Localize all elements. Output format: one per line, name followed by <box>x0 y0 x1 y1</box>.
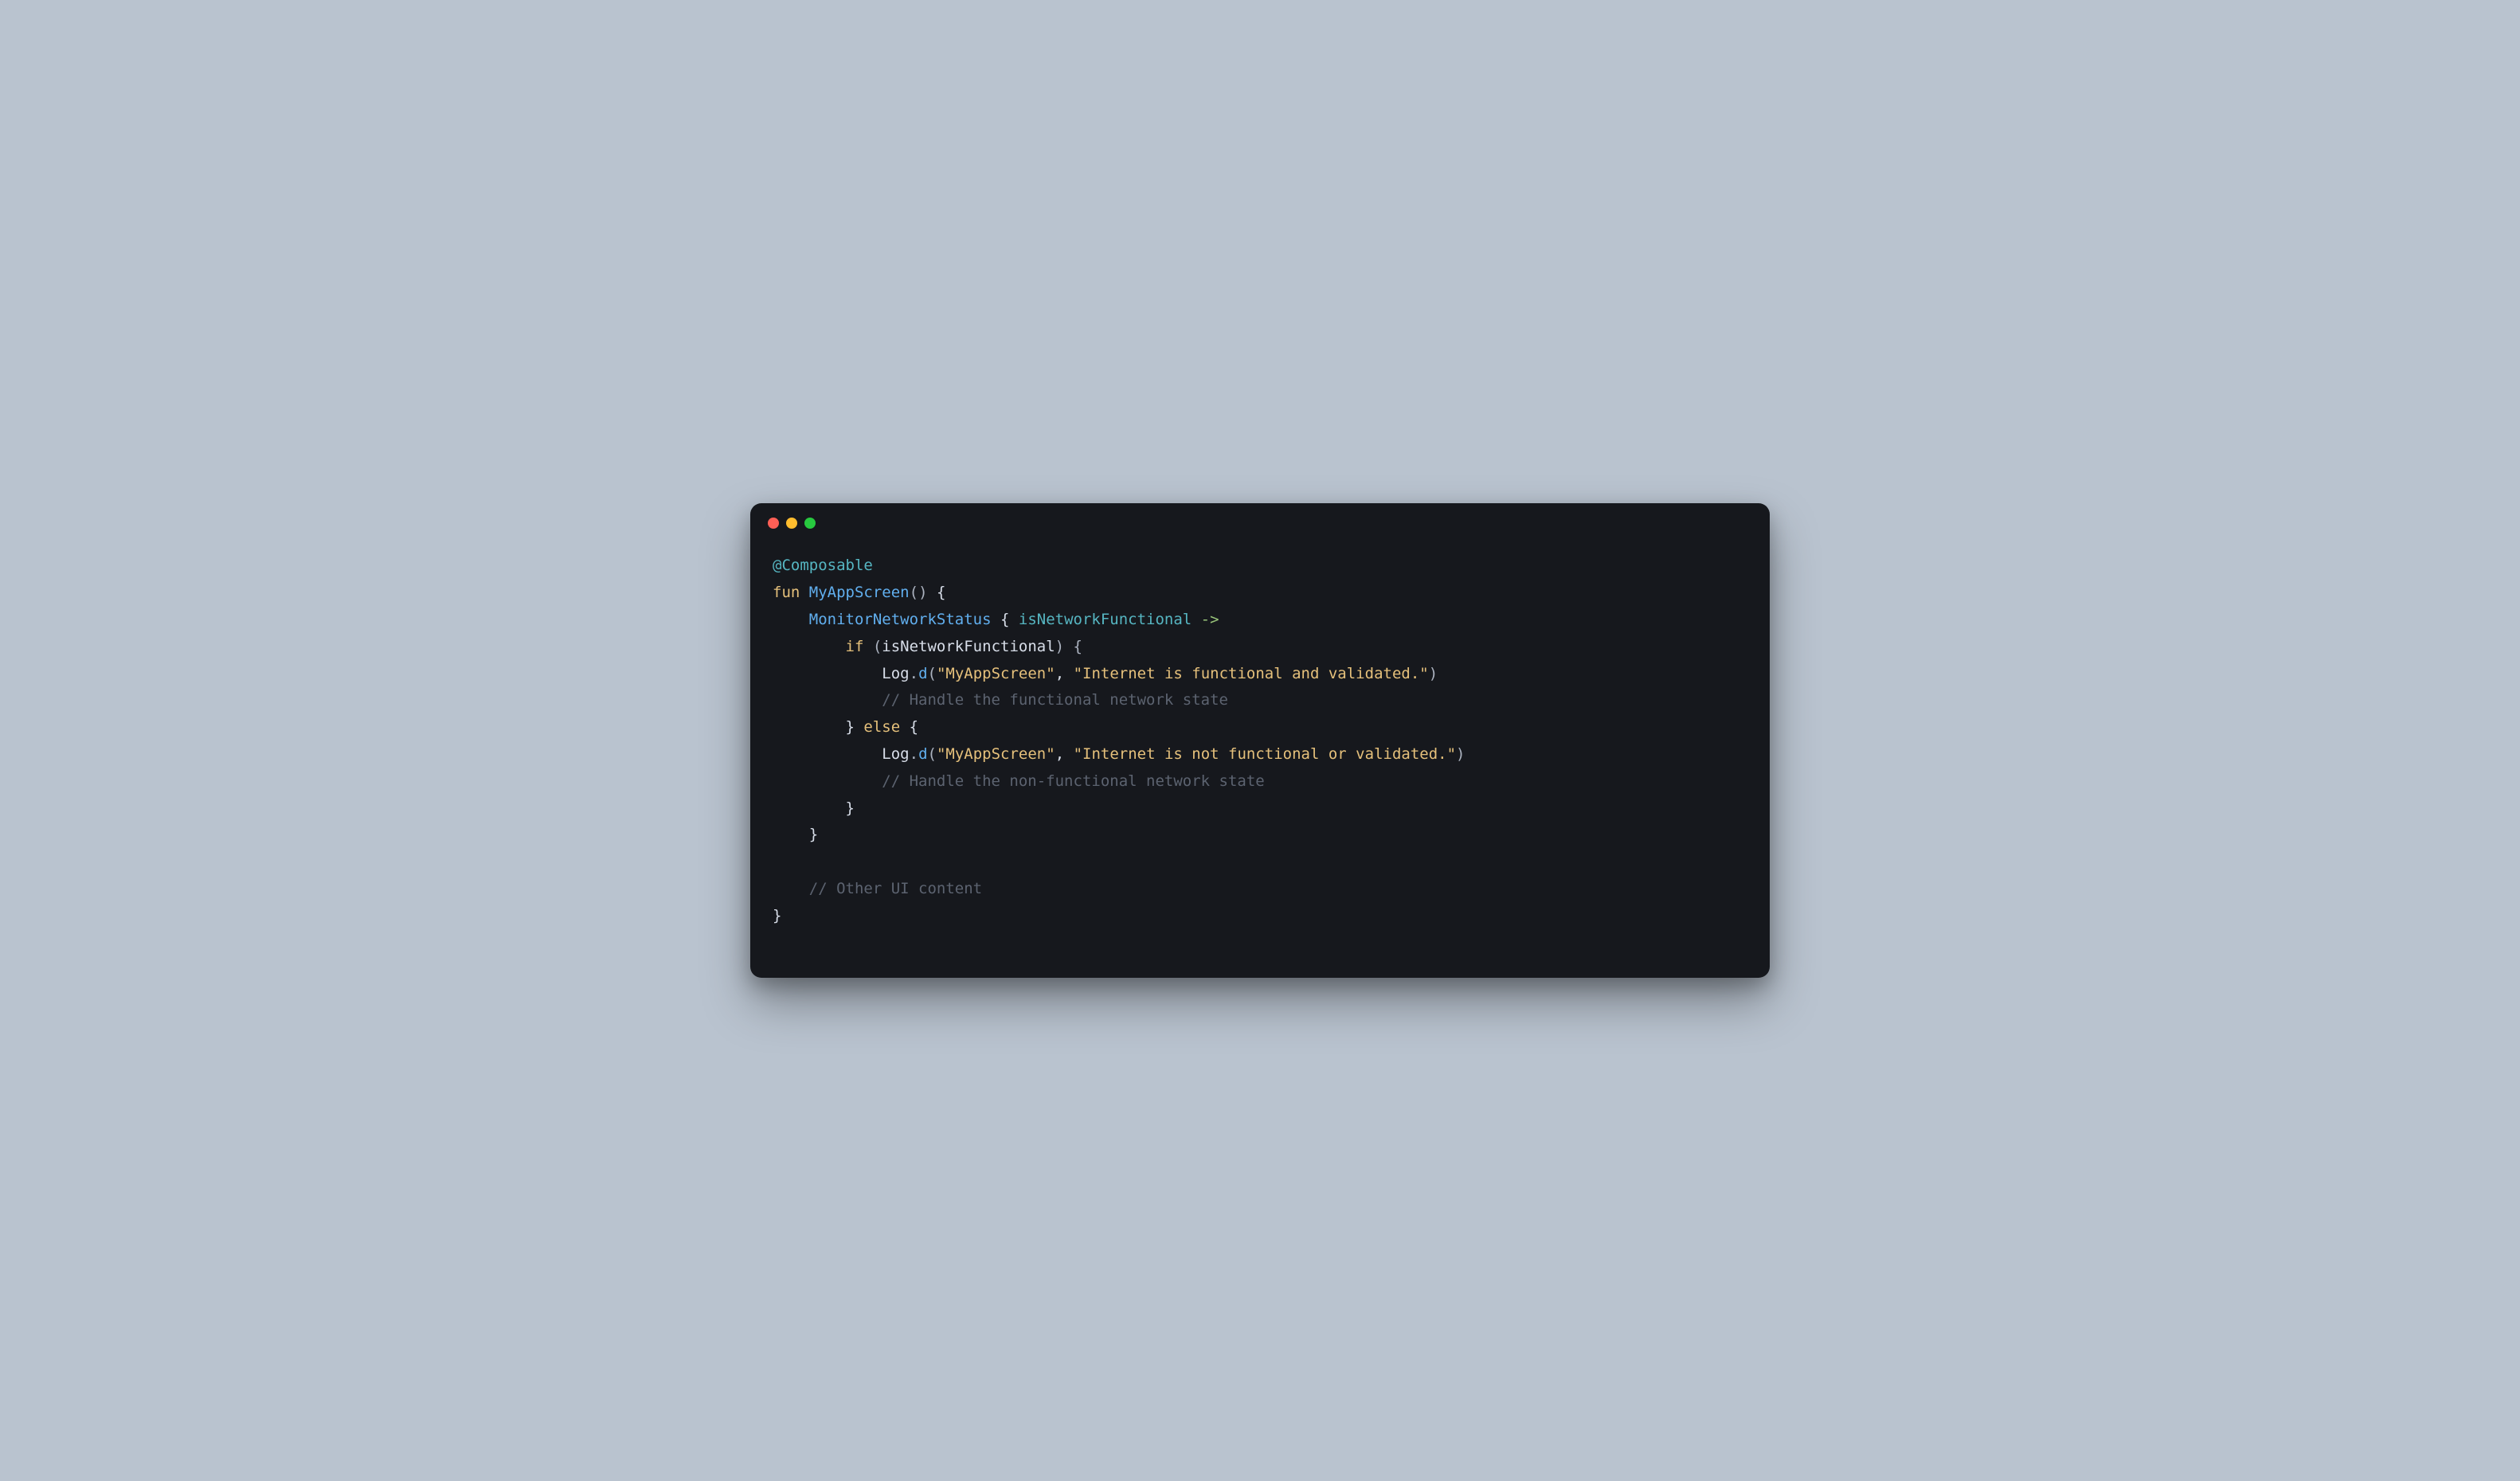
code-line: Log.d("MyAppScreen", "Internet is not fu… <box>773 745 1465 763</box>
brace-token: } <box>846 799 855 817</box>
paren-token: ) <box>1429 665 1438 682</box>
code-line: Log.d("MyAppScreen", "Internet is functi… <box>773 665 1438 682</box>
indent <box>773 638 846 655</box>
comment-token: // Handle the functional network state <box>882 691 1228 709</box>
comment-token: // Handle the non-functional network sta… <box>882 772 1264 790</box>
string-token: "Internet is functional and validated." <box>1074 665 1429 682</box>
indent <box>773 745 882 763</box>
paren-token: ( <box>928 665 937 682</box>
indent <box>773 880 809 897</box>
ident-token: isNetworkFunctional <box>882 638 1055 655</box>
dot-token: . <box>910 745 918 763</box>
paren-token: ( <box>928 745 937 763</box>
brace-token: } <box>773 907 781 924</box>
brace-token: { <box>910 718 918 736</box>
string-token: "MyAppScreen" <box>937 665 1055 682</box>
code-block: @Composable fun MyAppScreen() { MonitorN… <box>750 533 1770 977</box>
keyword-token: else <box>855 718 910 736</box>
keyword-token: fun <box>773 584 800 601</box>
arrow-token: -> <box>1192 611 1219 628</box>
ident-token: Log <box>882 745 909 763</box>
code-line: if (isNetworkFunctional) { <box>773 638 1082 655</box>
indent <box>773 611 809 628</box>
comma-token: , <box>1055 665 1074 682</box>
code-line: // Handle the functional network state <box>773 691 1228 709</box>
brace-token: } <box>846 718 855 736</box>
comment-token: // Other UI content <box>809 880 982 897</box>
annotation-token: @Composable <box>773 557 873 574</box>
indent <box>773 826 809 843</box>
indent <box>773 691 882 709</box>
brace-token: { <box>928 584 946 601</box>
code-line: } <box>773 907 781 924</box>
param-token: isNetworkFunctional <box>1019 611 1192 628</box>
code-line: // Other UI content <box>773 880 982 897</box>
code-line: fun MyAppScreen() { <box>773 584 945 601</box>
code-line: } <box>773 826 818 843</box>
comma-token: , <box>1055 745 1074 763</box>
paren-token: ) <box>1456 745 1465 763</box>
paren-token: ( <box>863 638 882 655</box>
code-line: } else { <box>773 718 918 736</box>
ident-token: Log <box>882 665 909 682</box>
maximize-icon[interactable] <box>804 518 816 529</box>
window-titlebar <box>750 503 1770 533</box>
string-token: "Internet is not functional or validated… <box>1074 745 1456 763</box>
keyword-token: if <box>846 638 864 655</box>
brace-token: { <box>992 611 1019 628</box>
call-token: MonitorNetworkStatus <box>809 611 992 628</box>
close-icon[interactable] <box>768 518 779 529</box>
indent <box>773 772 882 790</box>
code-line: // Handle the non-functional network sta… <box>773 772 1265 790</box>
indent <box>773 718 846 736</box>
dot-token: . <box>910 665 918 682</box>
brace-token: } <box>809 826 818 843</box>
string-token: "MyAppScreen" <box>937 745 1055 763</box>
paren-token: () <box>910 584 928 601</box>
function-name-token: MyAppScreen <box>809 584 910 601</box>
indent <box>773 799 846 817</box>
minimize-icon[interactable] <box>786 518 797 529</box>
paren-token: ) { <box>1055 638 1082 655</box>
indent <box>773 665 882 682</box>
code-line: @Composable <box>773 557 873 574</box>
method-token: d <box>918 665 927 682</box>
code-window: @Composable fun MyAppScreen() { MonitorN… <box>750 503 1770 977</box>
code-line: } <box>773 799 855 817</box>
method-token: d <box>918 745 927 763</box>
code-line: MonitorNetworkStatus { isNetworkFunction… <box>773 611 1219 628</box>
